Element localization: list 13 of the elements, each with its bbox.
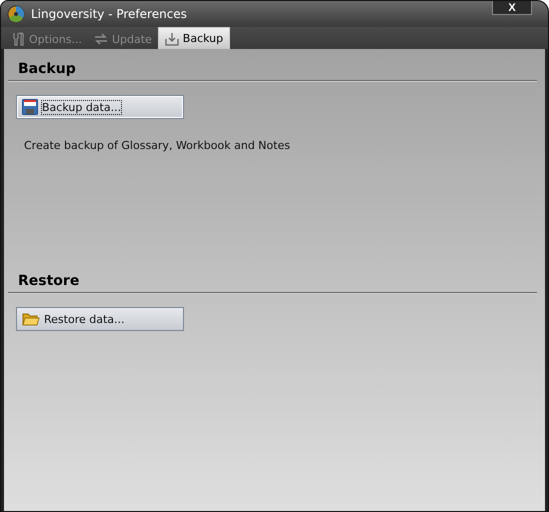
description-text: Create backup of Glossary, Workbook and Notes — [24, 139, 292, 152]
window-title: Lingoversity - Preferences — [31, 7, 188, 21]
app-logo-icon — [7, 5, 25, 23]
section-heading: Backup — [18, 60, 77, 79]
backup-button[interactable]: Backup data... — [16, 95, 184, 119]
download-icon — [164, 32, 179, 46]
swap-arrows-icon — [94, 33, 108, 45]
tab[interactable]: Backup — [158, 27, 230, 49]
tools-icon — [11, 32, 25, 46]
close-button[interactable]: X — [492, 1, 532, 15]
restore-button[interactable]: Restore data... — [16, 307, 184, 331]
folder-icon — [22, 312, 40, 326]
section-heading: Restore — [18, 272, 80, 291]
